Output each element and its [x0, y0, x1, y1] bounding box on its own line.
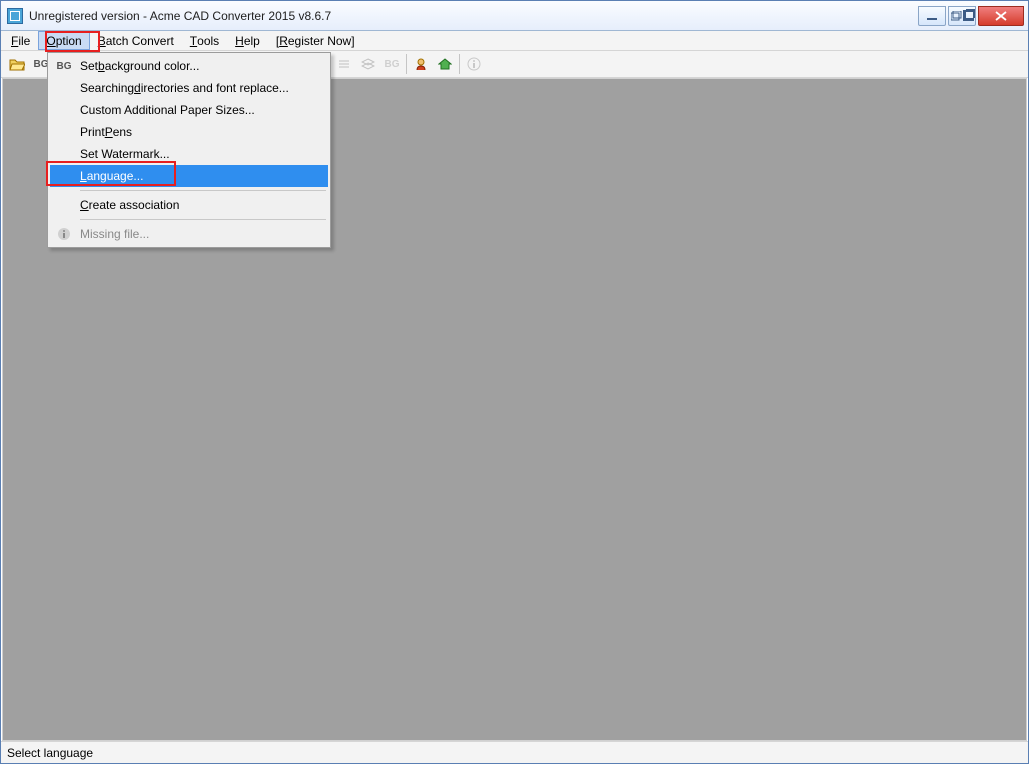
app-icon: [7, 8, 23, 24]
window-controls: [916, 6, 1024, 26]
dropdown-separator: [80, 190, 326, 191]
toolbar-separator: [459, 54, 460, 74]
close-button[interactable]: [978, 6, 1024, 26]
menu-help[interactable]: Help: [227, 31, 268, 50]
toolbar-separator: [406, 54, 407, 74]
info-icon: [55, 227, 73, 241]
minimize-button[interactable]: [918, 6, 946, 26]
option-dropdown: BG Set background color... Searching dir…: [47, 52, 331, 248]
lines-icon[interactable]: [332, 53, 356, 75]
menu-batch-convert[interactable]: Batch Convert: [90, 31, 182, 50]
user-icon[interactable]: [409, 53, 433, 75]
bg2-icon[interactable]: BG: [380, 53, 404, 75]
menu-file[interactable]: File: [3, 31, 38, 50]
menu-missing-file: Missing file...: [50, 223, 328, 245]
status-text: Select language: [7, 746, 93, 760]
menu-tools[interactable]: Tools: [182, 31, 227, 50]
menu-set-watermark[interactable]: Set Watermark...: [50, 143, 328, 165]
menu-print-pens[interactable]: Print Pens: [50, 121, 328, 143]
menu-custom-paper-sizes[interactable]: Custom Additional Paper Sizes...: [50, 99, 328, 121]
menu-set-background-color[interactable]: BG Set background color...: [50, 55, 328, 77]
menu-option[interactable]: Option: [38, 31, 89, 50]
menu-searching-directories[interactable]: Searching directories and font replace..…: [50, 77, 328, 99]
info-icon[interactable]: [462, 53, 486, 75]
dropdown-separator: [80, 219, 326, 220]
menu-register-now[interactable]: [Register Now]: [268, 31, 363, 50]
menu-bar: File Option Batch Convert Tools Help [Re…: [1, 31, 1028, 51]
open-icon[interactable]: [5, 53, 29, 75]
layers-icon[interactable]: [356, 53, 380, 75]
home-icon[interactable]: [433, 53, 457, 75]
bg-text-icon: BG: [55, 61, 73, 72]
menu-language[interactable]: Language...: [50, 165, 328, 187]
window-title: Unregistered version - Acme CAD Converte…: [29, 9, 916, 23]
status-bar: Select language: [1, 741, 1028, 763]
maximize-button[interactable]: [948, 6, 976, 26]
menu-create-association[interactable]: Create association: [50, 194, 328, 216]
title-bar: Unregistered version - Acme CAD Converte…: [1, 1, 1028, 31]
